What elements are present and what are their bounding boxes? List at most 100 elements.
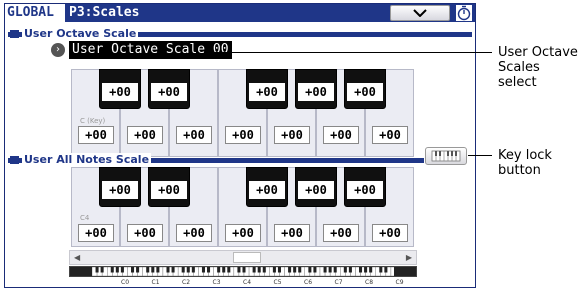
mini-black-key: [181, 267, 185, 273]
offset-value[interactable]: +00: [274, 224, 310, 242]
octave-scale-select[interactable]: › User Octave Scale 00: [51, 40, 232, 60]
black-key[interactable]: +00: [148, 69, 190, 109]
offset-value[interactable]: +00: [225, 126, 261, 144]
offset-value[interactable]: +00: [176, 126, 212, 144]
select-callout: User Octave Scales select: [498, 45, 582, 90]
octave-label: C6: [304, 279, 313, 286]
offset-value[interactable]: +00: [127, 224, 163, 242]
black-key[interactable]: +00: [295, 167, 337, 207]
offset-value[interactable]: +00: [127, 126, 163, 144]
scroll-left-icon[interactable]: ◀: [74, 253, 80, 262]
octave-label: C0: [121, 279, 130, 286]
octave-scale-select-value: User Octave Scale 00: [69, 41, 232, 59]
select-callout-line2: Scales select: [498, 60, 540, 90]
offset-value[interactable]: +00: [298, 181, 334, 199]
black-key[interactable]: +00: [246, 167, 288, 207]
mini-black-key: [333, 267, 337, 273]
mini-black-key: [242, 267, 246, 273]
mini-black-key: [110, 267, 114, 273]
black-key[interactable]: +00: [295, 69, 337, 109]
mini-black-key: [364, 267, 368, 273]
chevron-down-icon: [413, 9, 427, 17]
mini-black-key: [120, 267, 124, 273]
keyboard-scrollbar[interactable]: ◀ ▶: [69, 250, 417, 265]
mini-black-key: [151, 267, 155, 273]
offset-value[interactable]: +00: [249, 181, 285, 199]
offset-value[interactable]: +00: [249, 83, 285, 101]
black-key[interactable]: +00: [246, 69, 288, 109]
black-key[interactable]: +00: [99, 69, 141, 109]
stopwatch-icon[interactable]: [456, 5, 472, 21]
keylock-leader-line: [468, 155, 492, 156]
all-notes-section-title: User All Notes Scale: [22, 153, 152, 167]
mini-black-key: [308, 267, 312, 273]
mini-black-key: [227, 267, 231, 273]
mini-black-key: [262, 267, 266, 273]
octave-section-title: User Octave Scale: [22, 27, 139, 41]
scroll-right-icon[interactable]: ▶: [406, 253, 412, 262]
octave-section-header: User Octave Scale: [8, 27, 472, 41]
key-lock-button[interactable]: [425, 147, 467, 165]
page-title: P3:Scales: [69, 5, 140, 20]
offset-value[interactable]: +00: [78, 126, 114, 144]
mini-black-key: [369, 267, 373, 273]
black-key[interactable]: +00: [344, 167, 386, 207]
mini-black-key: [237, 267, 241, 273]
octave-label: C8: [365, 279, 374, 286]
mini-black-key: [115, 267, 119, 273]
mini-black-key: [272, 267, 276, 273]
mini-black-key: [348, 267, 352, 273]
keylock-callout: Key lock button: [498, 148, 552, 178]
mini-black-key: [166, 267, 170, 273]
black-key[interactable]: +00: [344, 69, 386, 109]
offset-value[interactable]: +00: [323, 224, 359, 242]
mini-keyboard-keys: [92, 267, 396, 276]
mini-keyboard-overview: [69, 266, 417, 277]
mini-black-key: [293, 267, 297, 273]
octave-label: C9: [395, 279, 404, 286]
mini-black-key: [277, 267, 281, 273]
mini-black-key: [191, 267, 195, 273]
mini-black-key: [207, 267, 211, 273]
all-notes-keyboard: C4 +00 +00 +00 +00 +00 +00 +00 +00 +00 +…: [71, 167, 415, 247]
mini-black-key: [298, 267, 302, 273]
offset-value[interactable]: +00: [274, 126, 310, 144]
offset-value[interactable]: +00: [102, 83, 138, 101]
all-notes-section-header: User All Notes Scale: [8, 153, 424, 167]
offset-value[interactable]: +00: [151, 181, 187, 199]
mini-black-key: [222, 267, 226, 273]
mini-black-key: [95, 267, 99, 273]
offset-value[interactable]: +00: [298, 83, 334, 101]
offset-value[interactable]: +00: [176, 224, 212, 242]
offset-value[interactable]: +00: [372, 126, 408, 144]
mode-label: GLOBAL: [5, 4, 65, 22]
keylock-callout-line1: Key lock: [498, 148, 552, 163]
keylock-callout-line2: button: [498, 163, 541, 178]
mini-black-key: [100, 267, 104, 273]
octave-label: C1: [151, 279, 160, 286]
mini-black-key: [131, 267, 135, 273]
offset-value[interactable]: +00: [323, 126, 359, 144]
offset-value[interactable]: +00: [225, 224, 261, 242]
circle-arrow-icon: ›: [51, 43, 65, 57]
octave-labels: C0 C1 C2 C3 C4 C5 C6 C7 C8 C9: [69, 279, 417, 287]
scroll-thumb[interactable]: [233, 252, 261, 263]
offset-value[interactable]: +00: [347, 83, 383, 101]
mini-black-key: [156, 267, 160, 273]
mini-black-key: [186, 267, 190, 273]
mini-black-key: [384, 267, 388, 273]
mini-black-key: [323, 267, 327, 273]
scales-panel: GLOBAL P3:Scales User Octave Scale › Use…: [4, 3, 476, 288]
offset-value[interactable]: +00: [78, 224, 114, 242]
title-bar: GLOBAL P3:Scales: [5, 4, 475, 22]
select-callout-line1: User Octave: [498, 45, 578, 60]
offset-value[interactable]: +00: [372, 224, 408, 242]
mini-black-key: [343, 267, 347, 273]
page-menu-button[interactable]: [390, 5, 450, 21]
offset-value[interactable]: +00: [102, 181, 138, 199]
black-key[interactable]: +00: [99, 167, 141, 207]
offset-value[interactable]: +00: [347, 181, 383, 199]
black-key[interactable]: +00: [148, 167, 190, 207]
octave-label: C2: [182, 279, 191, 286]
offset-value[interactable]: +00: [151, 83, 187, 101]
